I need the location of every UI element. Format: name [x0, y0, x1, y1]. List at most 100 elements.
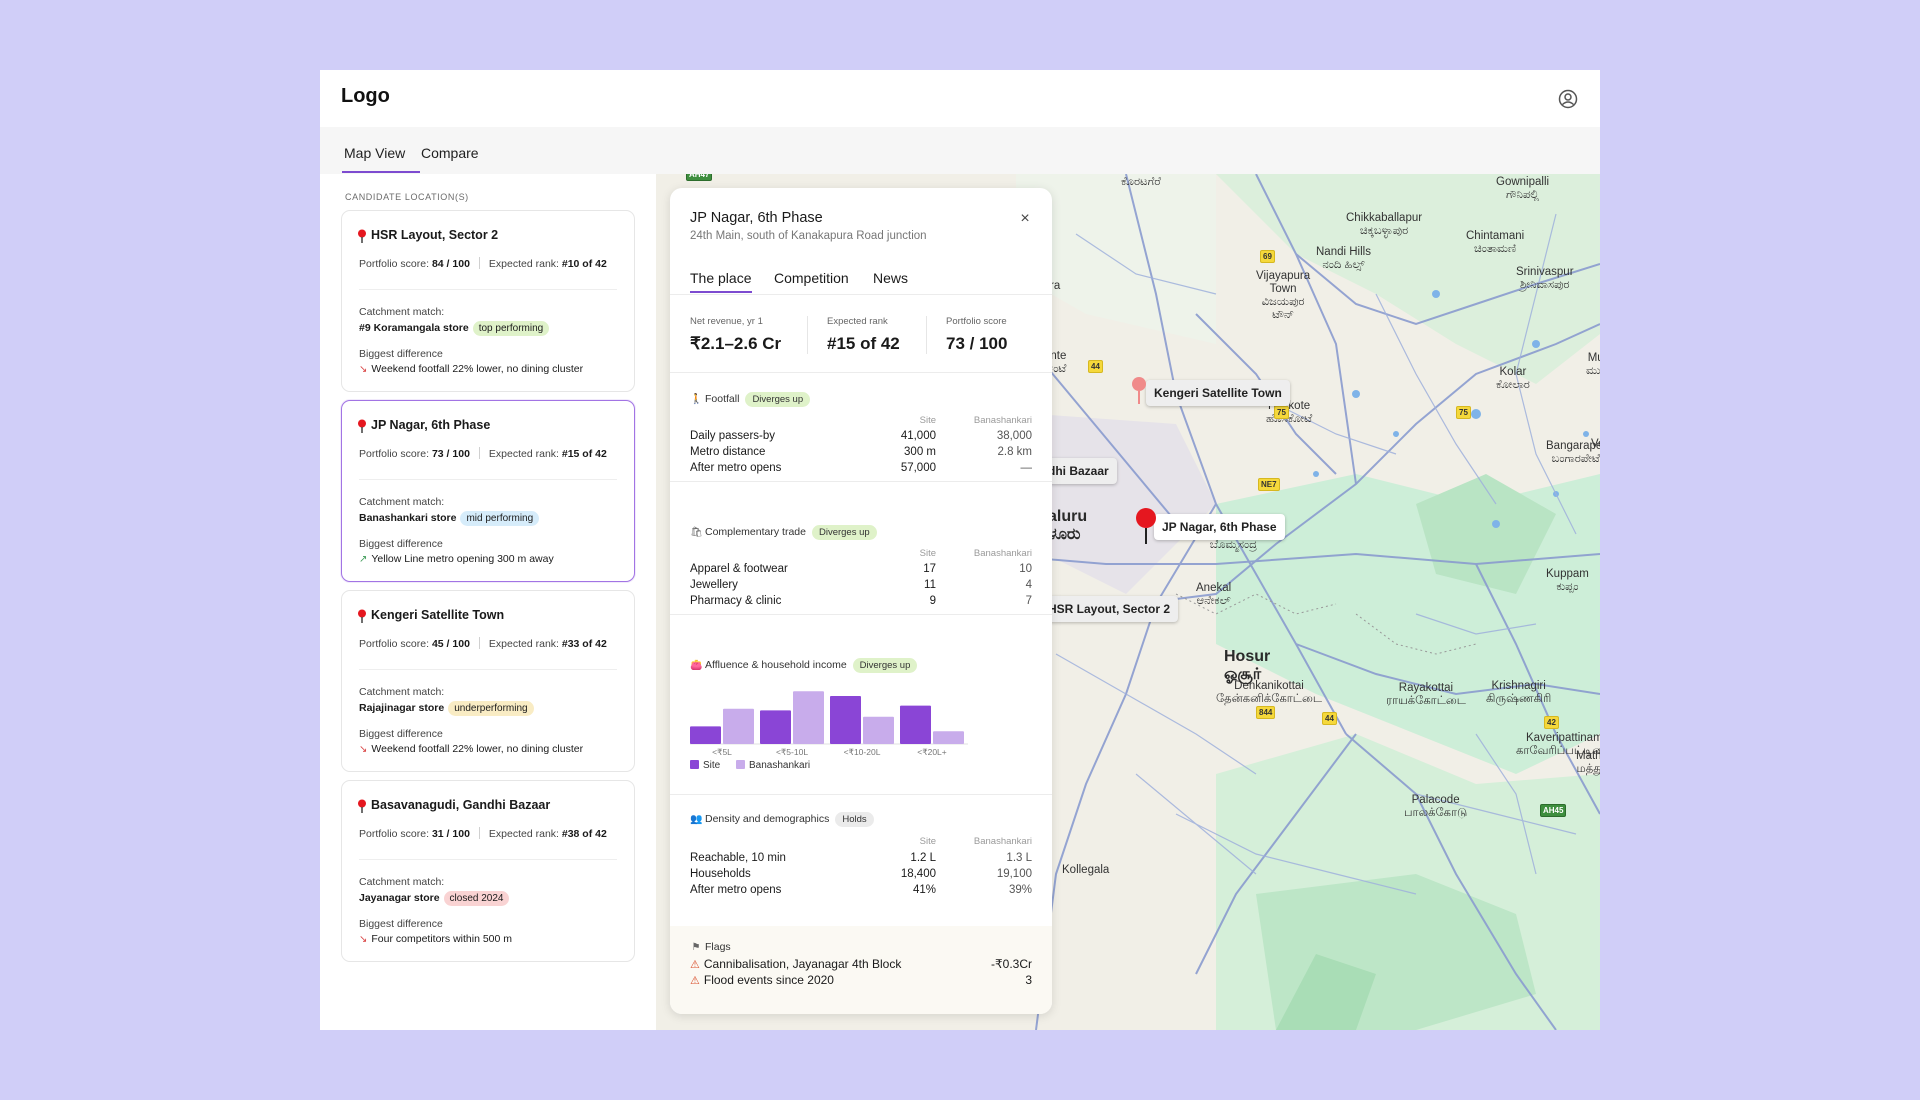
catchment-label: Catchment match:: [359, 686, 445, 698]
flag-value: -₹0.3Cr: [991, 957, 1032, 971]
location-pin-icon: [358, 419, 366, 433]
warning-icon: ⚠: [690, 959, 700, 971]
wallet-icon: 👛: [690, 660, 703, 671]
logo: Logo: [341, 85, 390, 107]
close-icon[interactable]: ×: [1018, 211, 1032, 227]
person-walking-icon: 🚶: [690, 394, 703, 405]
map-pin-label-kengeri[interactable]: Kengeri Satellite Town: [1146, 380, 1290, 406]
top-bar: Logo: [320, 70, 1600, 127]
map-view[interactable]: ಕೊರಟಗೆರೆ Gownipalli ಗೌನಿಪಲ್ಲಿ Chikkaballap…: [656, 174, 1600, 1030]
divider: [359, 859, 617, 860]
divider: [670, 372, 1052, 373]
x-tick-label: <₹10-20L: [843, 747, 881, 757]
metric-site: 11: [924, 579, 936, 591]
metric-site: 18,400: [900, 868, 936, 880]
rank-label: Expected rank:: [488, 448, 559, 460]
x-tick-label: <₹20L+: [917, 747, 947, 757]
view-tabs: Map View Compare: [320, 127, 1600, 174]
map-pin-kengeri-icon[interactable]: [1130, 376, 1148, 406]
metric-ref: 39%: [1008, 884, 1032, 896]
candidate-card[interactable]: Kengeri Satellite Town Portfolio score: 4…: [341, 590, 635, 772]
portfolio-score: 31 / 100: [431, 828, 470, 840]
metric-site: 41%: [912, 884, 936, 896]
metric-ref: 7: [1025, 595, 1032, 607]
map-pin-jp-nagar-icon[interactable]: [1135, 508, 1157, 546]
map-city-label: aluru ಳೂರು: [1048, 508, 1088, 543]
candidate-card[interactable]: Basavanagudi, Gandhi Bazaar Portfolio sco…: [341, 780, 635, 962]
bar-site-0: [690, 726, 721, 744]
x-tick-label: <₹5L: [712, 747, 732, 757]
candidate-sidebar: CANDIDATE LOCATION(S) HSR Layout, Sector…: [320, 174, 656, 1030]
difference-value: ↘ Weekend footfall 22% lower, no dining c…: [359, 363, 583, 375]
status-badge: Holds: [835, 812, 874, 827]
status-badge: top performing: [472, 321, 550, 336]
difference-value: ↘ Weekend footfall 22% lower, no dining c…: [359, 743, 583, 755]
rank-label: Expected rank:: [488, 258, 559, 270]
difference-label: Biggest difference: [359, 538, 443, 550]
tab-news[interactable]: News: [873, 270, 908, 286]
flags-section: ⚑ Flags ⚠ Cannibalisation, Jayanagar 4th B…: [670, 926, 1052, 1014]
catchment-label: Catchment match:: [359, 306, 445, 318]
map-place-label: Rayakottai ராயக்கோட்டை: [1386, 682, 1466, 707]
candidate-scores: Portfolio score: 84 / 100 Expected rank: …: [359, 257, 607, 270]
bar-banashankari-1: [793, 691, 824, 744]
flag-value: 3: [1025, 973, 1032, 987]
candidate-scores: Portfolio score: 45 / 100 Expected rank: …: [359, 637, 607, 650]
tab-compare[interactable]: Compare: [421, 145, 479, 161]
density-title: 👥 Density and demographics Holds: [690, 812, 874, 827]
map-place-label: Kolar ಕೋಲಾರ: [1496, 366, 1530, 391]
status-badge: closed 2024: [443, 891, 510, 906]
trade-title: 🛍 Complementary trade Diverges up: [690, 525, 877, 540]
difference-label: Biggest difference: [359, 918, 443, 930]
metric-site: 41,000: [900, 430, 936, 442]
metric-ref: 10: [1019, 563, 1032, 575]
tab-the-place[interactable]: The place: [690, 270, 751, 286]
expected-rank: #15 of 42: [561, 448, 607, 460]
stat-label-revenue: Net revenue, yr 1: [690, 316, 763, 327]
divider: [478, 637, 480, 649]
shopping-bag-icon: 🛍: [690, 527, 703, 538]
user-account-icon[interactable]: [1558, 89, 1578, 109]
location-pin-icon: [358, 799, 366, 813]
panel-title: JP Nagar, 6th Phase: [690, 210, 823, 226]
candidate-card[interactable]: JP Nagar, 6th Phase Portfolio score: 73 /…: [341, 400, 635, 582]
panel-subtitle: 24th Main, south of Kanakapura Road junc…: [690, 230, 927, 242]
tab-map-view[interactable]: Map View: [344, 145, 405, 161]
active-tab-indicator: [342, 171, 420, 173]
map-pin-label-jp-nagar[interactable]: JP Nagar, 6th Phase: [1154, 514, 1285, 540]
difference-text: Four competitors within 500 m: [371, 933, 513, 945]
road-shield: 42: [1544, 716, 1559, 729]
map-callout-hsr-layout[interactable]: HSR Layout, Sector 2: [1048, 596, 1179, 622]
rank-label: Expected rank:: [488, 638, 559, 650]
catchment-store: Jayanagar store: [359, 892, 440, 904]
catchment-value: Jayanagar store closed 2024: [359, 891, 510, 906]
status-badge: underperforming: [448, 701, 534, 716]
road-shield: 44: [1322, 712, 1337, 725]
col-head-ref: Banashankari: [973, 836, 1032, 847]
metric-label: Jewellery: [690, 579, 738, 591]
metric-label: Households: [690, 868, 751, 880]
divider: [359, 479, 617, 480]
difference-label: Biggest difference: [359, 348, 443, 360]
bar-banashankari-2: [863, 716, 894, 744]
road-shield: NE7: [1258, 478, 1280, 491]
divider: [670, 481, 1052, 482]
expected-rank: #10 of 42: [561, 258, 607, 270]
candidate-name: Kengeri Satellite Town: [371, 608, 505, 622]
candidate-scores: Portfolio score: 73 / 100 Expected rank: …: [359, 447, 607, 460]
difference-value: ↗ Yellow Line metro opening 300 m away: [359, 553, 554, 565]
metric-label: Reachable, 10 min: [690, 852, 786, 864]
metric-site: 9: [929, 595, 936, 607]
tab-competition[interactable]: Competition: [774, 270, 849, 286]
portfolio-score: 73 / 100: [431, 448, 470, 460]
bar-site-1: [760, 710, 791, 744]
road-shield: 75: [1456, 406, 1471, 419]
candidate-card[interactable]: HSR Layout, Sector 2 Portfolio score: 84 …: [341, 210, 635, 392]
metric-ref: 4: [1025, 579, 1032, 591]
map-place-label: Kuppam ಕುಪ್ಪಂ: [1546, 568, 1589, 593]
map-callout-gandhi-bazaar[interactable]: dhi Bazaar: [1048, 458, 1117, 484]
portfolio-label: Portfolio score:: [359, 448, 430, 460]
catchment-label: Catchment match:: [359, 496, 445, 508]
candidate-scores: Portfolio score: 31 / 100 Expected rank: …: [359, 827, 607, 840]
bar-banashankari-3: [933, 731, 964, 744]
